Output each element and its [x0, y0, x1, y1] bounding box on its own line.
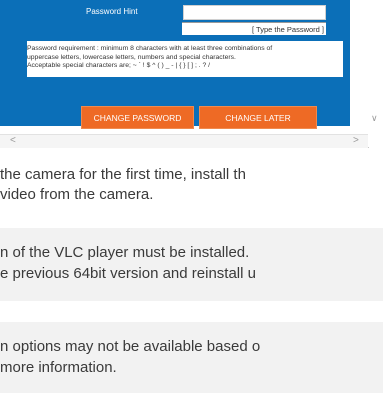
note-line: e previous 64bit version and reinstall u: [0, 265, 256, 282]
change-later-button[interactable]: CHANGE LATER: [199, 106, 317, 129]
password-hint-label: Password Hint: [86, 7, 138, 16]
scroll-down-icon[interactable]: ∨: [371, 113, 378, 124]
note-line: n of the VLC player must be installed.: [0, 244, 250, 261]
note-box: n of the VLC player must be installed. e…: [0, 228, 383, 301]
password-hint-input[interactable]: [183, 5, 326, 20]
scroll-left-icon[interactable]: <: [10, 134, 16, 147]
horizontal-scrollbar[interactable]: [0, 134, 368, 148]
note-line: more information.: [0, 359, 117, 376]
requirement-line: uppercase letters, lowercase letters, nu…: [27, 53, 236, 61]
requirement-line: Password requirement : minimum 8 charact…: [27, 45, 273, 52]
note-box: n options may not be available based o m…: [0, 322, 383, 393]
paragraph-line: video from the camera.: [0, 186, 154, 203]
scroll-right-icon[interactable]: >: [353, 134, 359, 147]
type-password-text: [ Type the Password ]: [182, 22, 326, 35]
dialog-window: Password Hint [ Type the Password ] Pass…: [0, 0, 369, 148]
requirement-line: Acceptable special characters are; ~ ` !…: [27, 62, 211, 69]
change-password-button[interactable]: CHANGE PASSWORD: [81, 106, 194, 129]
note-line: n options may not be available based o: [0, 338, 261, 355]
paragraph-line: the camera for the first time, install t…: [0, 166, 246, 183]
vertical-scrollbar[interactable]: [368, 0, 383, 147]
password-requirement-box: Password requirement : minimum 8 charact…: [27, 41, 343, 77]
embedded-screenshot: Password Hint [ Type the Password ] Pass…: [0, 0, 383, 148]
